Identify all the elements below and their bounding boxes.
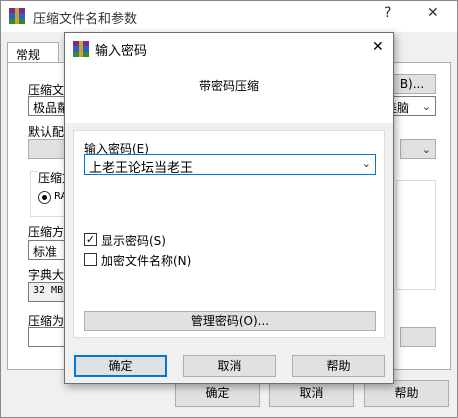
- tab-general[interactable]: 常规: [7, 42, 59, 63]
- show-password-checkbox[interactable]: ✓: [84, 233, 97, 246]
- winrar-app-icon: [9, 8, 25, 24]
- close-window-button[interactable]: ✕: [427, 5, 439, 21]
- help-titlebar-button[interactable]: ?: [384, 5, 391, 21]
- dialog-titlebar: 输入密码 ✕: [65, 33, 393, 63]
- chevron-down-icon: ⌄: [421, 100, 431, 113]
- default-profile-label: 默认配: [28, 125, 65, 139]
- dialog-title: 输入密码: [95, 44, 148, 59]
- dialog-help-button[interactable]: 帮助: [292, 355, 385, 377]
- encrypt-filenames-checkbox[interactable]: [84, 253, 97, 266]
- dict-label: 字典大: [28, 268, 65, 282]
- rar-radio[interactable]: [38, 191, 51, 204]
- enter-password-dialog: 输入密码 ✕ 带密码压缩 输入密码(E) 上老王论坛当老王 ⌄ ✓ 显示密码(S…: [64, 32, 394, 384]
- password-input[interactable]: 上老王论坛当老王 ⌄: [84, 154, 376, 176]
- cancel-button[interactable]: 取消: [269, 380, 354, 407]
- main-titlebar: 压缩文件名和参数 ? ✕: [1, 1, 457, 32]
- chevron-down-icon[interactable]: ⌄: [362, 157, 371, 170]
- set-password-button[interactable]: [400, 327, 436, 347]
- dialog-ok-button[interactable]: 确定: [74, 355, 167, 377]
- show-password-label: 显示密码(S): [101, 234, 166, 248]
- method-select[interactable]: 标准: [28, 240, 68, 260]
- chevron-down-icon: ⌄: [421, 143, 431, 156]
- manage-passwords-button[interactable]: 管理密码(O)...: [84, 311, 376, 331]
- dialog-cancel-button[interactable]: 取消: [183, 355, 276, 377]
- main-window-title: 压缩文件名和参数: [33, 12, 138, 27]
- dialog-close-button[interactable]: ✕: [372, 39, 384, 55]
- method-label: 压缩方: [28, 225, 65, 239]
- encrypt-filenames-label: 加密文件名称(N): [101, 254, 192, 268]
- dialog-header: 带密码压缩: [65, 63, 393, 123]
- profile-button-right[interactable]: ⌄: [400, 139, 436, 159]
- browse-button[interactable]: B)...: [388, 74, 436, 94]
- ok-button[interactable]: 确定: [175, 380, 260, 407]
- winrar-app-icon: [73, 41, 89, 57]
- split-input[interactable]: [28, 327, 68, 347]
- dialog-header-text: 带密码压缩: [198, 79, 259, 93]
- help-button[interactable]: 帮助: [364, 380, 449, 407]
- profile-button-left[interactable]: [28, 139, 68, 159]
- password-group: 输入密码(E) 上老王论坛当老王 ⌄ ✓ 显示密码(S) 加密文件名称(N) 管…: [73, 130, 385, 338]
- options-group: [396, 180, 436, 290]
- dict-select[interactable]: 32 MB: [28, 282, 68, 302]
- password-value: 上老王论坛当老王: [89, 161, 194, 176]
